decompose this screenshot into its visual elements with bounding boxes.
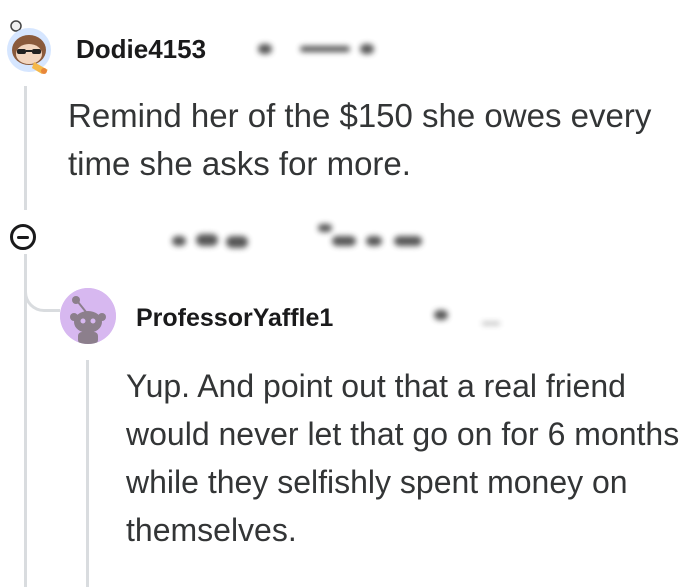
- redacted-action: [196, 234, 218, 246]
- snoo-default-avatar-icon: [60, 288, 116, 344]
- redacted-meta: [434, 310, 448, 320]
- redacted-meta: [300, 46, 350, 52]
- collapse-minus-icon[interactable]: [10, 224, 36, 250]
- redacted-action: [332, 236, 356, 246]
- thread-line-reply: [86, 360, 89, 587]
- comment-body: Remind her of the $150 she owes every ti…: [68, 97, 652, 182]
- reply-body: Yup. And point out that a real friend wo…: [126, 368, 680, 548]
- thread-line-main: [24, 86, 27, 210]
- thread-connector: [24, 260, 60, 312]
- thread-line-main-lower: [24, 254, 27, 587]
- snoo-avatar-icon: [7, 20, 51, 74]
- avatar[interactable]: [4, 20, 54, 76]
- redacted-action: [366, 236, 382, 246]
- avatar[interactable]: [60, 288, 116, 344]
- redacted-action: [226, 236, 248, 248]
- redacted-action: [394, 236, 422, 246]
- redacted-meta: [360, 44, 374, 54]
- redacted-action: [318, 224, 332, 232]
- redacted-meta: [482, 322, 500, 325]
- comment-username[interactable]: Dodie4153: [76, 34, 206, 65]
- reply-username[interactable]: ProfessorYaffle1: [136, 304, 333, 333]
- redacted-action: [172, 236, 186, 246]
- redacted-meta: [258, 44, 272, 54]
